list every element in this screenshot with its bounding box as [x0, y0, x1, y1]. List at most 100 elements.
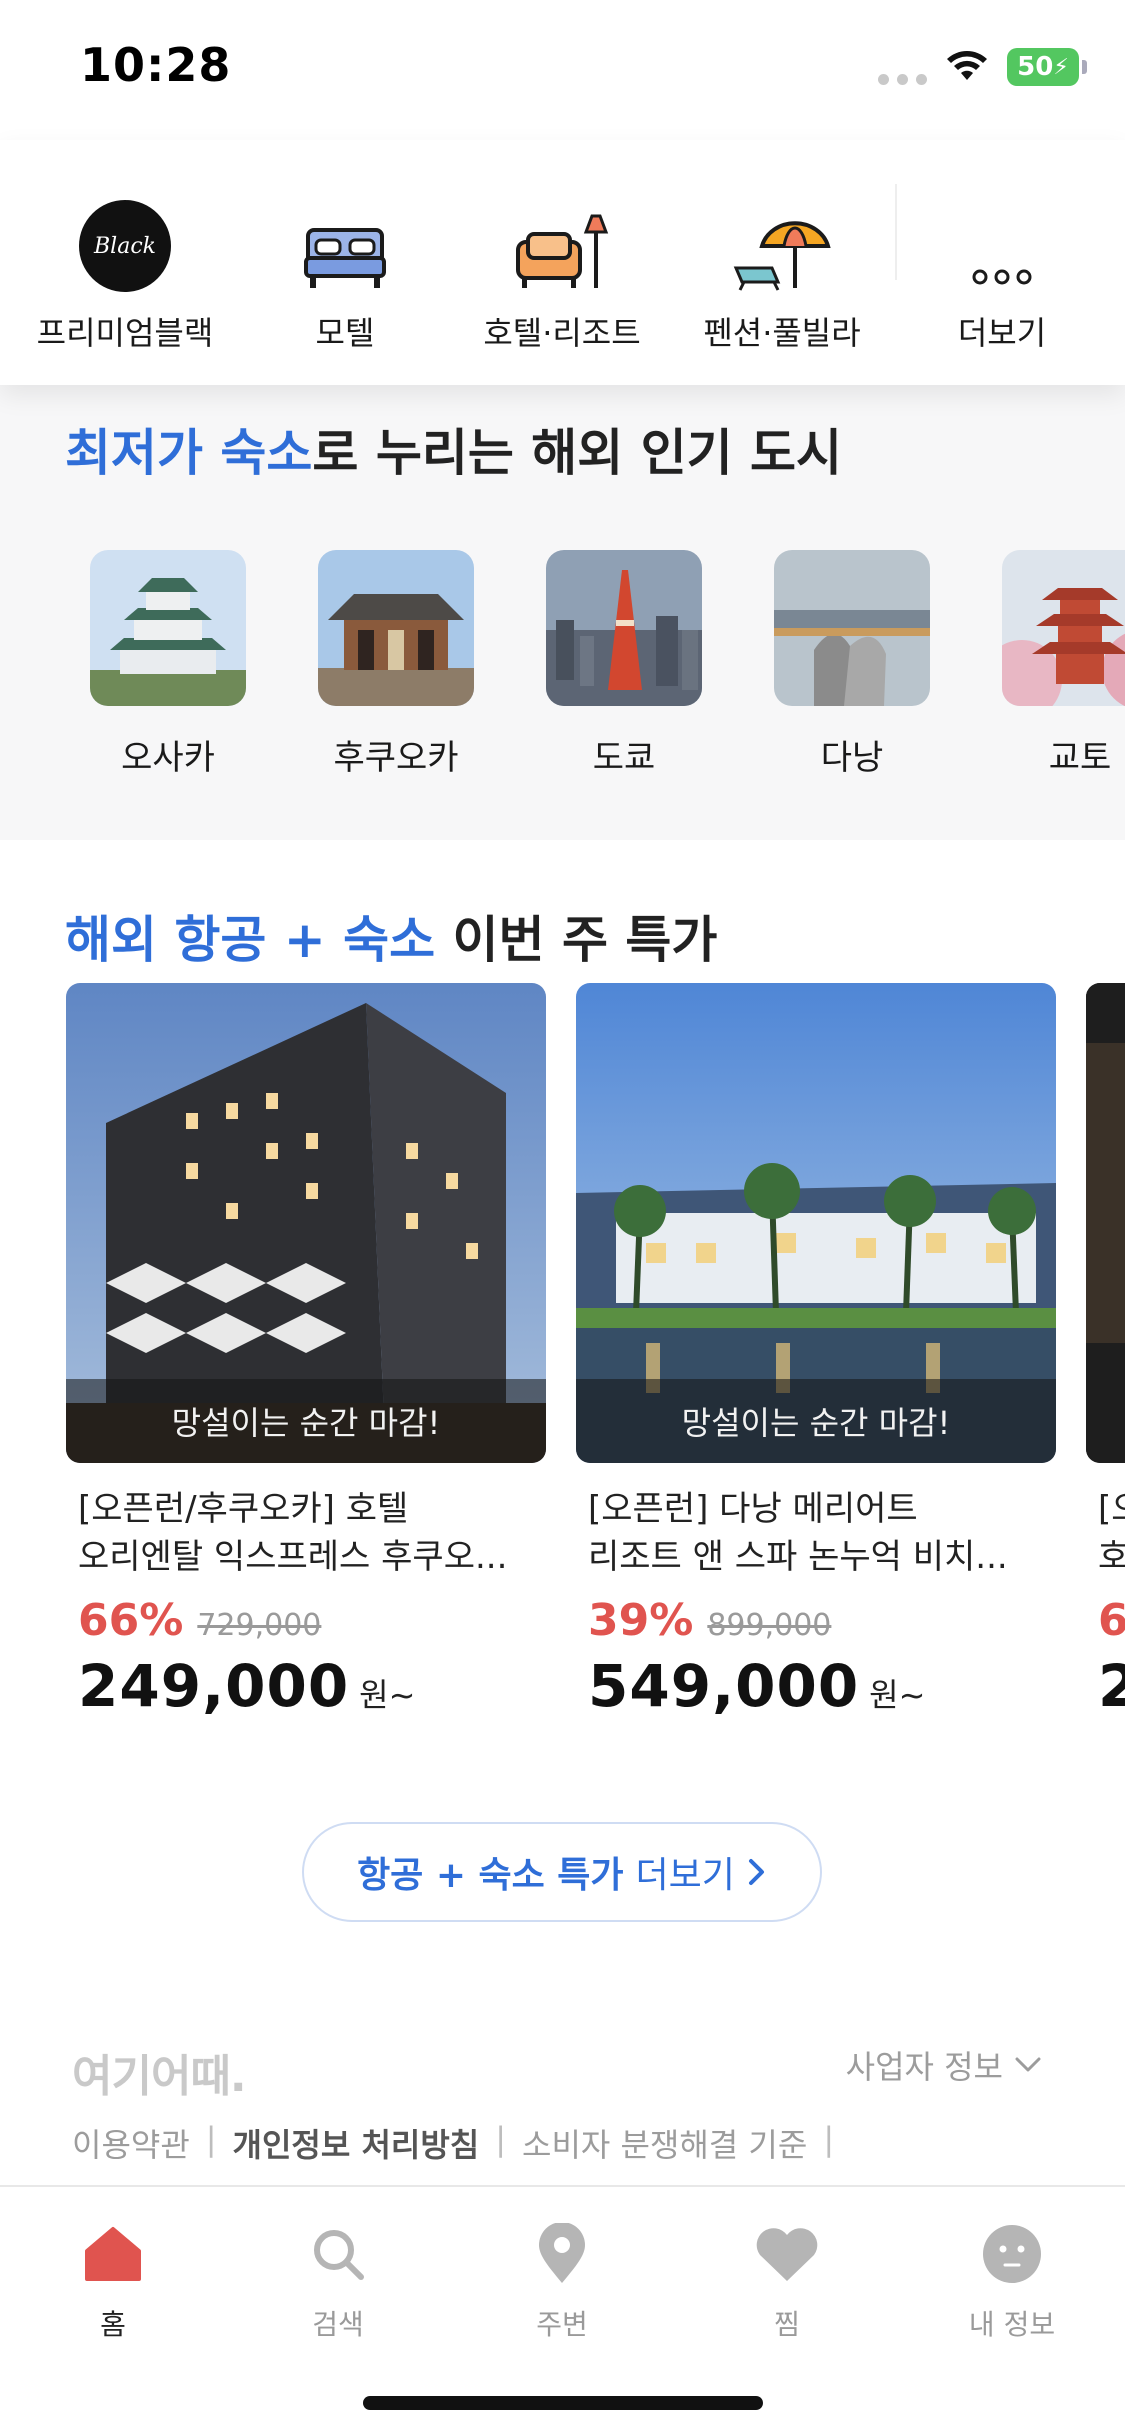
battery-level: 50 — [1017, 52, 1054, 82]
category-more[interactable]: 더보기 — [892, 180, 1112, 354]
bed-icon — [302, 180, 388, 292]
tab-label: 찜 — [774, 2308, 800, 2341]
deal-price-row: 249,000 원~ — [66, 1652, 546, 1720]
city-name: 다낭 — [820, 738, 884, 778]
section-title: 최저가 숙소로 누리는 해외 인기 도시 — [65, 424, 843, 482]
city-photo — [90, 550, 246, 706]
discount-rate: 66% — [78, 1595, 184, 1646]
category-label: 호텔·리조트 — [483, 314, 641, 352]
tab-label: 홈 — [100, 2308, 126, 2341]
deal-title-line2: 리조트 앤 스파 논누억 비치... — [588, 1537, 1008, 1577]
link-separator: | — [495, 2120, 506, 2158]
deal-overlay-text: 망설이는 순간 마감! — [66, 1379, 546, 1463]
city-list: 오사카 후쿠오카 도쿄 다낭 교토 — [90, 550, 1125, 779]
sale-price: 2 — [1098, 1652, 1125, 1720]
link-separator: | — [823, 2120, 835, 2158]
home-indicator[interactable] — [363, 2396, 763, 2410]
city-photo — [774, 550, 930, 706]
deal-card[interactable]: [오 호 6 2 — [1086, 983, 1125, 1720]
city-item-kyoto[interactable]: 교토 — [1002, 550, 1125, 779]
price-unit: 원~ — [869, 1676, 926, 1714]
deal-price-row: 549,000 원~ — [576, 1652, 1056, 1720]
city-name: 교토 — [1048, 738, 1112, 778]
deal-discount-row: 6 — [1086, 1595, 1125, 1646]
original-price: 729,000 — [197, 1608, 322, 1643]
flight-hotel-deals-section: 해외 항공 + 숙소 이번 주 특가 망설이는 순간 마감! [오픈런/후쿠오카… — [0, 840, 1125, 2185]
city-item-osaka[interactable]: 오사카 — [90, 550, 246, 779]
status-bar: 10:28 50 ⚡ — [0, 0, 1125, 140]
deal-overlay-text: 망설이는 순간 마감! — [576, 1379, 1056, 1463]
deal-discount-row: 66% 729,000 — [66, 1595, 546, 1646]
category-pension-poolvilla[interactable]: 펜션·풀빌라 — [672, 180, 892, 354]
privacy-policy-link[interactable]: 개인정보 처리방침 — [233, 2120, 480, 2166]
deal-title-line1: [오 — [1098, 1489, 1125, 1529]
category-label: 프리미엄블랙 — [36, 314, 214, 352]
price-unit: 원~ — [359, 1676, 416, 1714]
heart-icon — [754, 2219, 820, 2289]
deal-price-row: 2 — [1086, 1652, 1125, 1720]
deal-photo — [1086, 983, 1125, 1463]
profile-icon — [981, 2219, 1043, 2289]
link-separator: | — [205, 2120, 217, 2158]
wifi-icon — [947, 51, 987, 80]
category-premium-black[interactable]: Black 프리미엄블랙 — [15, 180, 235, 354]
status-time: 10:28 — [80, 38, 232, 92]
deal-card[interactable]: 망설이는 순간 마감! [오픈런/후쿠오카] 호텔 오리엔탈 익스프레스 후쿠오… — [66, 983, 546, 1720]
cellular-signal-icon — [878, 49, 927, 85]
dispute-resolution-link[interactable]: 소비자 분쟁해결 기준 — [522, 2120, 807, 2166]
category-label: 모텔 — [315, 314, 375, 352]
tab-home[interactable]: 홈 — [33, 2219, 193, 2343]
tab-label: 검색 — [312, 2308, 364, 2341]
chevron-right-icon — [748, 1859, 764, 1885]
location-pin-icon — [537, 2219, 587, 2289]
chevron-down-icon — [1015, 2057, 1041, 2072]
tab-search[interactable]: 검색 — [258, 2219, 418, 2343]
business-info-toggle[interactable]: 사업자 정보 — [846, 2042, 1043, 2088]
city-photo — [546, 550, 702, 706]
tab-nearby[interactable]: 주변 — [482, 2219, 642, 2343]
deal-photo: 망설이는 순간 마감! — [66, 983, 546, 1463]
deals-more-button[interactable]: 항공 + 숙소 특가 더보기 — [302, 1822, 822, 1922]
more-button-label: 더보기 — [635, 1855, 735, 1896]
tab-wishlist[interactable]: 찜 — [707, 2219, 867, 2343]
discount-rate: 6 — [1098, 1595, 1125, 1646]
footer-links: 이용약관 | 개인정보 처리방침 | 소비자 분쟁해결 기준 | — [72, 2120, 834, 2166]
tab-label: 주변 — [536, 2308, 588, 2341]
category-bar: Black 프리미엄블랙 모텔 호텔·리조트 펜션·풀빌라 더보기 — [0, 140, 1125, 385]
sale-price: 549,000 — [588, 1652, 860, 1720]
brand-logo: 여기어때. — [72, 2051, 247, 2102]
beach-umbrella-icon — [732, 180, 832, 292]
city-item-danang[interactable]: 다낭 — [774, 550, 930, 779]
terms-link[interactable]: 이용약관 — [72, 2120, 190, 2166]
status-indicators: 50 ⚡ — [878, 48, 1087, 86]
deal-title-line2: 오리엔탈 익스프레스 후쿠오... — [78, 1537, 508, 1577]
search-icon — [310, 2219, 366, 2289]
tab-label: 내 정보 — [968, 2308, 1056, 2341]
city-item-tokyo[interactable]: 도쿄 — [546, 550, 702, 779]
category-label: 펜션·풀빌라 — [703, 314, 861, 352]
more-button-strong-label: 항공 + 숙소 특가 — [357, 1855, 624, 1896]
deal-title-line2: 호 — [1098, 1537, 1125, 1577]
sofa-lamp-icon — [512, 180, 612, 292]
deal-card[interactable]: 망설이는 순간 마감! [오픈런] 다낭 메리어트 리조트 앤 스파 논누억 비… — [576, 983, 1056, 1720]
city-item-fukuoka[interactable]: 후쿠오카 — [318, 550, 474, 779]
deal-discount-row: 39% 899,000 — [576, 1595, 1056, 1646]
city-name: 오사카 — [121, 738, 215, 778]
battery-icon: 50 ⚡ — [1007, 48, 1087, 86]
black-premium-icon: Black — [79, 180, 171, 292]
category-motel[interactable]: 모텔 — [235, 180, 455, 354]
business-info-label: 사업자 정보 — [845, 2048, 1003, 2086]
category-hotel-resort[interactable]: 호텔·리조트 — [452, 180, 672, 354]
category-label: 더보기 — [957, 314, 1047, 352]
more-dots-icon — [972, 180, 1032, 292]
city-name: 후쿠오카 — [333, 738, 459, 778]
deal-title-line1: [오픈런/후쿠오카] 호텔 — [78, 1489, 409, 1529]
home-icon — [83, 2219, 143, 2289]
deal-photo: 망설이는 순간 마감! — [576, 983, 1056, 1463]
tab-my-info[interactable]: 내 정보 — [932, 2219, 1092, 2343]
deal-title-line1: [오픈런] 다낭 메리어트 — [588, 1489, 918, 1529]
sale-price: 249,000 — [78, 1652, 350, 1720]
original-price: 899,000 — [707, 1608, 832, 1643]
popular-cities-section: 최저가 숙소로 누리는 해외 인기 도시 오사카 후쿠오카 도쿄 다낭 교토 — [0, 385, 1125, 840]
city-photo — [1002, 550, 1125, 706]
